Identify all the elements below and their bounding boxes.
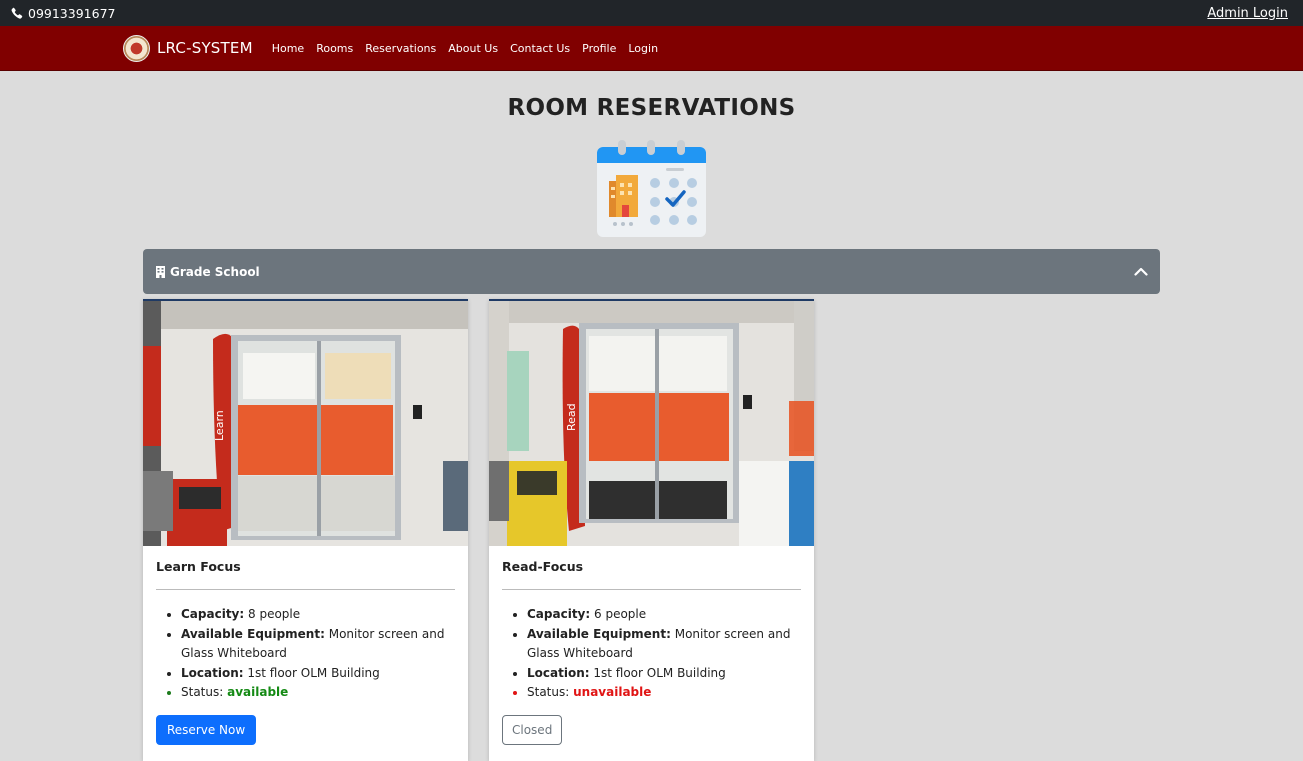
room-capacity: Capacity: 8 people <box>181 605 455 625</box>
room-equipment: Available Equipment: Monitor screen and … <box>181 625 455 664</box>
section-title: Grade School <box>170 264 260 279</box>
grade-school-accordion-header[interactable]: Grade School <box>143 249 1160 294</box>
room-location: Location: 1st floor OLM Building <box>527 664 801 684</box>
nav-rooms[interactable]: Rooms <box>316 42 353 55</box>
main-navbar: LRC-SYSTEM Home Rooms Reservations About… <box>0 26 1303 71</box>
room-name: Read-Focus <box>502 559 801 590</box>
brand-name: LRC-SYSTEM <box>157 39 253 57</box>
phone-icon <box>11 7 23 19</box>
calendar-building-icon <box>597 140 706 237</box>
top-bar: 09913391677 Admin Login <box>0 0 1303 26</box>
nav-home[interactable]: Home <box>272 42 304 55</box>
room-photo: Learn <box>143 301 468 546</box>
room-name: Learn Focus <box>156 559 455 590</box>
room-status: Status: unavailable <box>527 683 801 703</box>
brand[interactable]: LRC-SYSTEM <box>123 34 253 62</box>
accordion-title: Grade School <box>155 265 260 279</box>
nav-login[interactable]: Login <box>628 42 658 55</box>
room-wall-label: Learn <box>213 410 226 441</box>
room-card-learn-focus: Learn Learn Focus Capacity: 8 people Ava… <box>143 299 468 761</box>
building-icon <box>156 266 165 278</box>
chevron-up-icon[interactable] <box>1134 267 1148 276</box>
nav-contact-us[interactable]: Contact Us <box>510 42 570 55</box>
room-wall-label: Read <box>565 403 578 431</box>
nav-about-us[interactable]: About Us <box>448 42 498 55</box>
status-unavailable: unavailable <box>573 685 652 699</box>
phone-contact: 09913391677 <box>10 6 115 21</box>
nav-reservations[interactable]: Reservations <box>365 42 436 55</box>
room-details: Capacity: 6 people Available Equipment: … <box>502 605 801 703</box>
nav-links: Home Rooms Reservations About Us Contact… <box>272 42 658 55</box>
nav-profile[interactable]: Profile <box>582 42 616 55</box>
room-location: Location: 1st floor OLM Building <box>181 664 455 684</box>
room-equipment: Available Equipment: Monitor screen and … <box>527 625 801 664</box>
room-capacity: Capacity: 6 people <box>527 605 801 625</box>
status-available: available <box>227 685 289 699</box>
page-title: ROOM RESERVATIONS <box>507 95 796 121</box>
admin-login-link[interactable]: Admin Login <box>1207 6 1288 21</box>
room-card-read-focus: Read Read-Focus Capacity: 6 people Avail… <box>489 299 814 761</box>
room-photo: Read <box>489 301 814 546</box>
phone-number: 09913391677 <box>28 5 116 21</box>
reserve-now-button[interactable]: Reserve Now <box>156 714 257 745</box>
room-status: Status: available <box>181 683 455 703</box>
school-logo <box>123 34 150 62</box>
room-details: Capacity: 8 people Available Equipment: … <box>156 605 455 703</box>
closed-button: Closed <box>502 714 563 745</box>
